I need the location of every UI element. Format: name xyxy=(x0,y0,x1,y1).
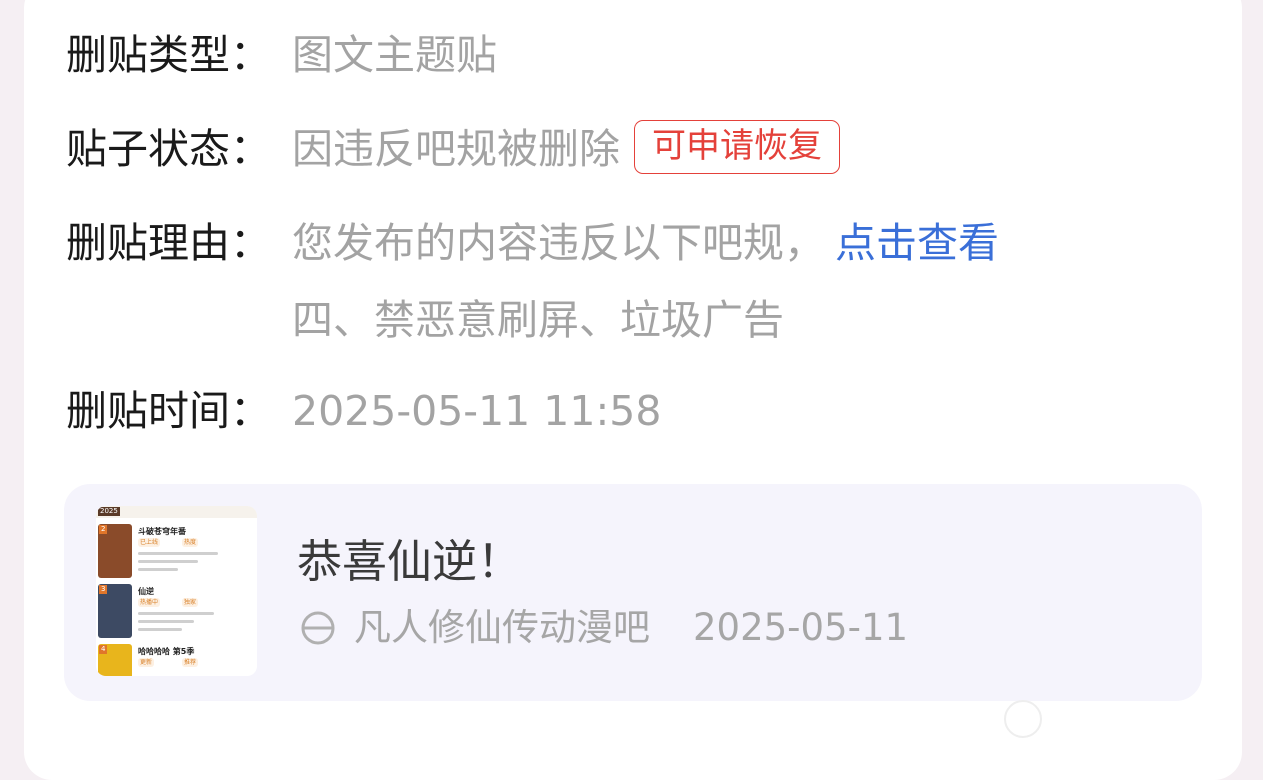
thumbnail-item-title: 哈哈哈哈 第5季 xyxy=(138,647,195,656)
rank-badge: 4 xyxy=(99,645,108,654)
rank-badge: 3 xyxy=(99,585,108,594)
time-value: 2025-05-11 11:58 xyxy=(292,387,662,435)
status-row: 贴子状态： 因违反吧规被删除 可申请恢复 xyxy=(66,120,840,174)
text-line xyxy=(138,620,194,623)
text-line xyxy=(138,628,182,631)
thumbnail-year: 2025 xyxy=(98,507,120,516)
reason-text: 您发布的内容违反以下吧规， xyxy=(292,219,825,267)
thumbnail-tag: 热度 xyxy=(182,538,199,547)
text-line xyxy=(138,612,214,615)
thumbnail-item: 3 仙逆 热播中 独家 xyxy=(96,580,257,638)
thumbnail-item-title: 斗破苍穹年番 xyxy=(138,527,186,536)
cover-image: 2 xyxy=(98,524,132,578)
post-thumbnail: 2025 2 斗破苍穹年番 已上线 热度 3 仙逆 热播中 独家 4 哈哈哈哈 … xyxy=(96,506,257,676)
reason-rule: 四、禁恶意刷屏、垃圾广告 xyxy=(292,296,784,344)
deleted-post-card[interactable]: 2025 2 斗破苍穹年番 已上线 热度 3 仙逆 热播中 独家 4 哈哈哈哈 … xyxy=(64,484,1202,701)
appeal-restore-button[interactable]: 可申请恢复 xyxy=(634,120,840,174)
thumbnail-tag: 独家 xyxy=(182,598,199,607)
cover-image: 3 xyxy=(98,584,132,638)
text-line xyxy=(138,552,218,555)
thumbnail-tag: 热播中 xyxy=(138,598,161,607)
forum-icon xyxy=(301,611,335,645)
view-rules-link[interactable]: 点击查看 xyxy=(835,219,999,267)
thumbnail-tag: 已上线 xyxy=(138,538,161,547)
time-label: 删贴时间： xyxy=(66,387,271,435)
forum-name[interactable]: 凡人修仙传动漫吧 xyxy=(354,604,650,652)
thumbnail-item-title: 仙逆 xyxy=(138,587,154,596)
reason-label: 删贴理由： xyxy=(66,219,271,267)
thumbnail-item: 2 斗破苍穹年番 已上线 热度 xyxy=(96,520,257,578)
thumbnail-header: 2025 xyxy=(96,506,257,518)
type-row: 删贴类型： 图文主题贴 xyxy=(66,30,497,80)
status-label: 贴子状态： xyxy=(66,125,271,173)
text-line xyxy=(138,560,198,563)
type-value: 图文主题贴 xyxy=(292,31,497,79)
post-date: 2025-05-11 xyxy=(693,606,909,649)
cover-image: 4 xyxy=(98,644,132,676)
thumbnail-tag: 更新 xyxy=(138,658,155,667)
rank-badge: 2 xyxy=(99,525,108,534)
post-title: 恭喜仙逆！ xyxy=(297,535,523,588)
type-label: 删贴类型： xyxy=(66,31,271,79)
reason-text-wrap: 您发布的内容违反以下吧规， 点击查看 xyxy=(292,218,999,268)
time-row: 删贴时间： 2025-05-11 11:58 xyxy=(66,386,661,436)
reason-row: 删贴理由： 您发布的内容违反以下吧规， 点击查看 xyxy=(66,218,999,268)
text-line xyxy=(138,568,178,571)
status-value: 因违反吧规被删除 xyxy=(292,125,620,173)
thumbnail-tag: 推荐 xyxy=(182,658,199,667)
thumbnail-item: 4 哈哈哈哈 第5季 更新 推荐 xyxy=(96,640,257,676)
status-value-wrap: 因违反吧规被删除 可申请恢复 xyxy=(292,120,840,178)
watermark-icon xyxy=(1004,700,1042,738)
